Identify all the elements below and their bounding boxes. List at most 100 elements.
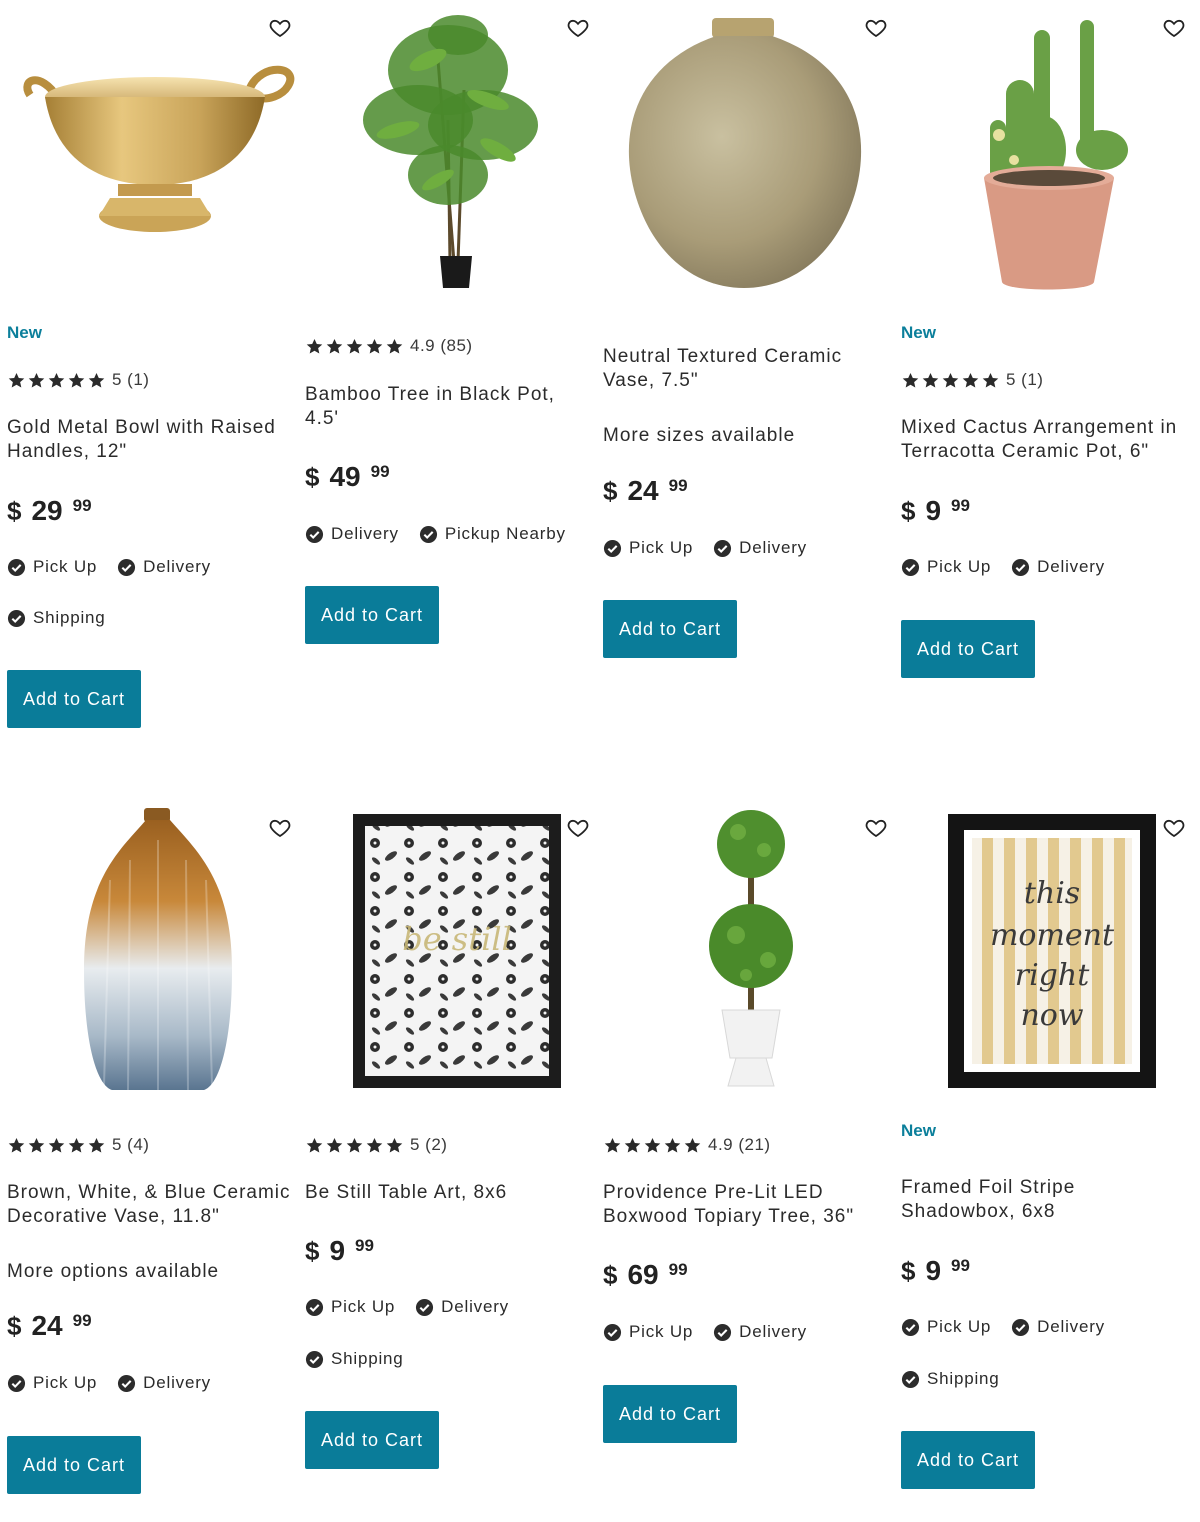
product-title[interactable]: Gold Metal Bowl with Raised Handles, 12": [7, 416, 294, 464]
fulfillment-option-label: Delivery: [441, 1297, 509, 1316]
add-to-cart-button[interactable]: Add to Cart: [901, 1431, 1035, 1489]
fulfillment-option-label: Delivery: [739, 1322, 807, 1341]
five-stars-icon: [7, 1136, 106, 1155]
fulfillment-options-shipping: Shipping: [305, 1349, 404, 1369]
product-card: 5 (4) Brown, White, & Blue Ceramic Decor…: [0, 800, 298, 1520]
product-info: New 5 (1) Gold Metal Bowl with Raised Ha…: [7, 0, 294, 740]
check-circle-icon: [416, 1298, 434, 1316]
price-currency: $: [901, 1256, 916, 1286]
five-stars-icon: [7, 371, 106, 390]
product-title[interactable]: Mixed Cactus Arrangement in Terracotta C…: [901, 416, 1188, 464]
rating[interactable]: 5 (1): [7, 369, 149, 391]
fulfillment-option: Pick Up: [7, 1373, 97, 1393]
check-circle-icon: [419, 525, 437, 543]
fulfillment-options: Pick Up Delivery: [603, 538, 807, 558]
product-price: $ 24 99: [603, 475, 688, 507]
fulfillment-option: Delivery: [1011, 1317, 1105, 1337]
product-info: New 5 (1) Mixed Cactus Arrangement in Te…: [901, 0, 1188, 740]
fulfillment-options: Pick Up Delivery: [7, 557, 211, 577]
price-dollars: 49: [329, 461, 361, 492]
rating[interactable]: 5 (1): [901, 369, 1043, 391]
fulfillment-option: Pick Up: [603, 538, 693, 558]
add-to-cart-button[interactable]: Add to Cart: [7, 1436, 141, 1494]
product-title[interactable]: Be Still Table Art, 8x6: [305, 1181, 592, 1205]
price-dollars: 9: [329, 1235, 346, 1266]
product-price: $ 29 99: [7, 495, 92, 527]
fulfillment-option: Pick Up: [7, 557, 97, 577]
product-title[interactable]: Neutral Textured Ceramic Vase, 7.5": [603, 345, 890, 393]
fulfillment-option: Pickup Nearby: [419, 524, 566, 544]
fulfillment-option: Delivery: [713, 1322, 807, 1342]
product-info: 4.9 (85) Bamboo Tree in Black Pot, 4.5' …: [305, 0, 592, 740]
product-title[interactable]: Brown, White, & Blue Ceramic Decorative …: [7, 1181, 294, 1229]
add-to-cart-button[interactable]: Add to Cart: [603, 600, 737, 658]
product-card: this moment right now New Framed Foil St…: [894, 800, 1192, 1520]
add-to-cart-button[interactable]: Add to Cart: [603, 1385, 737, 1443]
fulfillment-options: Pick Up Delivery: [901, 1317, 1105, 1337]
price-dollars: 29: [31, 495, 63, 526]
more-options-link[interactable]: More options available: [7, 1261, 219, 1283]
price-currency: $: [901, 496, 916, 526]
fulfillment-options-shipping: Shipping: [7, 608, 106, 628]
more-sizes-link[interactable]: More sizes available: [603, 425, 795, 447]
product-info: 5 (2) Be Still Table Art, 8x6 $ 9 99 Pic…: [305, 800, 592, 1520]
rating-text: 5 (1): [1006, 370, 1044, 389]
product-card: New 5 (1) Gold Metal Bowl with Raised Ha…: [0, 0, 298, 740]
price-cents: 99: [951, 496, 970, 515]
fulfillment-option-label: Shipping: [927, 1369, 1000, 1388]
product-card: 4.9 (21) Providence Pre-Lit LED Boxwood …: [596, 800, 894, 1520]
fulfillment-option-label: Pick Up: [33, 1373, 98, 1392]
fulfillment-option: Pick Up: [901, 557, 991, 577]
fulfillment-option: Delivery: [713, 538, 807, 558]
fulfillment-options: Pick Up Delivery: [7, 1373, 211, 1393]
rating[interactable]: 5 (4): [7, 1134, 149, 1156]
fulfillment-option-label: Shipping: [33, 608, 106, 627]
product-title[interactable]: Bamboo Tree in Black Pot, 4.5': [305, 383, 592, 431]
fulfillment-option: Shipping: [305, 1349, 404, 1369]
product-card: Neutral Textured Ceramic Vase, 7.5" More…: [596, 0, 894, 740]
five-stars-icon: [603, 1136, 702, 1155]
price-dollars: 9: [925, 495, 942, 526]
rating-text: 4.9 (21): [708, 1135, 771, 1154]
add-to-cart-button[interactable]: Add to Cart: [305, 586, 439, 644]
fulfillment-options: Pick Up Delivery: [603, 1322, 807, 1342]
price-dollars: 24: [31, 1310, 63, 1341]
product-price: $ 69 99: [603, 1260, 688, 1291]
price-dollars: 24: [627, 475, 659, 506]
price-cents: 99: [668, 476, 688, 495]
product-price: $ 9 99: [901, 1255, 970, 1287]
check-circle-icon: [901, 1318, 920, 1336]
fulfillment-option-label: Delivery: [331, 524, 399, 543]
price-cents: 99: [72, 1311, 92, 1330]
fulfillment-option-label: Delivery: [143, 1373, 211, 1392]
five-stars-icon: [901, 371, 1000, 390]
product-info: 5 (4) Brown, White, & Blue Ceramic Decor…: [7, 800, 294, 1520]
price-currency: $: [7, 1311, 22, 1341]
rating-text: 4.9 (85): [410, 336, 473, 355]
price-cents: 99: [668, 1260, 688, 1279]
fulfillment-option-label: Delivery: [1037, 557, 1105, 576]
fulfillment-option: Delivery: [1011, 557, 1105, 577]
price-currency: $: [305, 1236, 320, 1266]
price-currency: $: [7, 496, 22, 526]
add-to-cart-button[interactable]: Add to Cart: [901, 620, 1035, 678]
rating-text: 5 (1): [112, 370, 150, 389]
check-circle-icon: [603, 1323, 622, 1341]
rating-text: 5 (4): [112, 1135, 150, 1154]
add-to-cart-button[interactable]: Add to Cart: [7, 670, 141, 728]
product-title[interactable]: Providence Pre-Lit LED Boxwood Topiary T…: [603, 1181, 890, 1229]
rating[interactable]: 5 (2): [305, 1134, 447, 1156]
rating[interactable]: 4.9 (21): [603, 1134, 771, 1156]
rating[interactable]: 4.9 (85): [305, 335, 473, 357]
fulfillment-options: Delivery Pickup Nearby: [305, 524, 566, 544]
product-price: $ 49 99: [305, 461, 390, 493]
fulfillment-option-label: Pick Up: [33, 557, 98, 576]
product-title[interactable]: Framed Foil Stripe Shadowbox, 6x8: [901, 1176, 1188, 1224]
product-price: $ 9 99: [305, 1235, 374, 1267]
add-to-cart-button[interactable]: Add to Cart: [305, 1411, 439, 1469]
new-badge: New: [901, 1121, 936, 1140]
price-cents: 99: [370, 462, 390, 481]
product-card: New 5 (1) Mixed Cactus Arrangement in Te…: [894, 0, 1192, 740]
fulfillment-option: Shipping: [901, 1369, 1000, 1389]
price-dollars: 9: [925, 1255, 942, 1286]
